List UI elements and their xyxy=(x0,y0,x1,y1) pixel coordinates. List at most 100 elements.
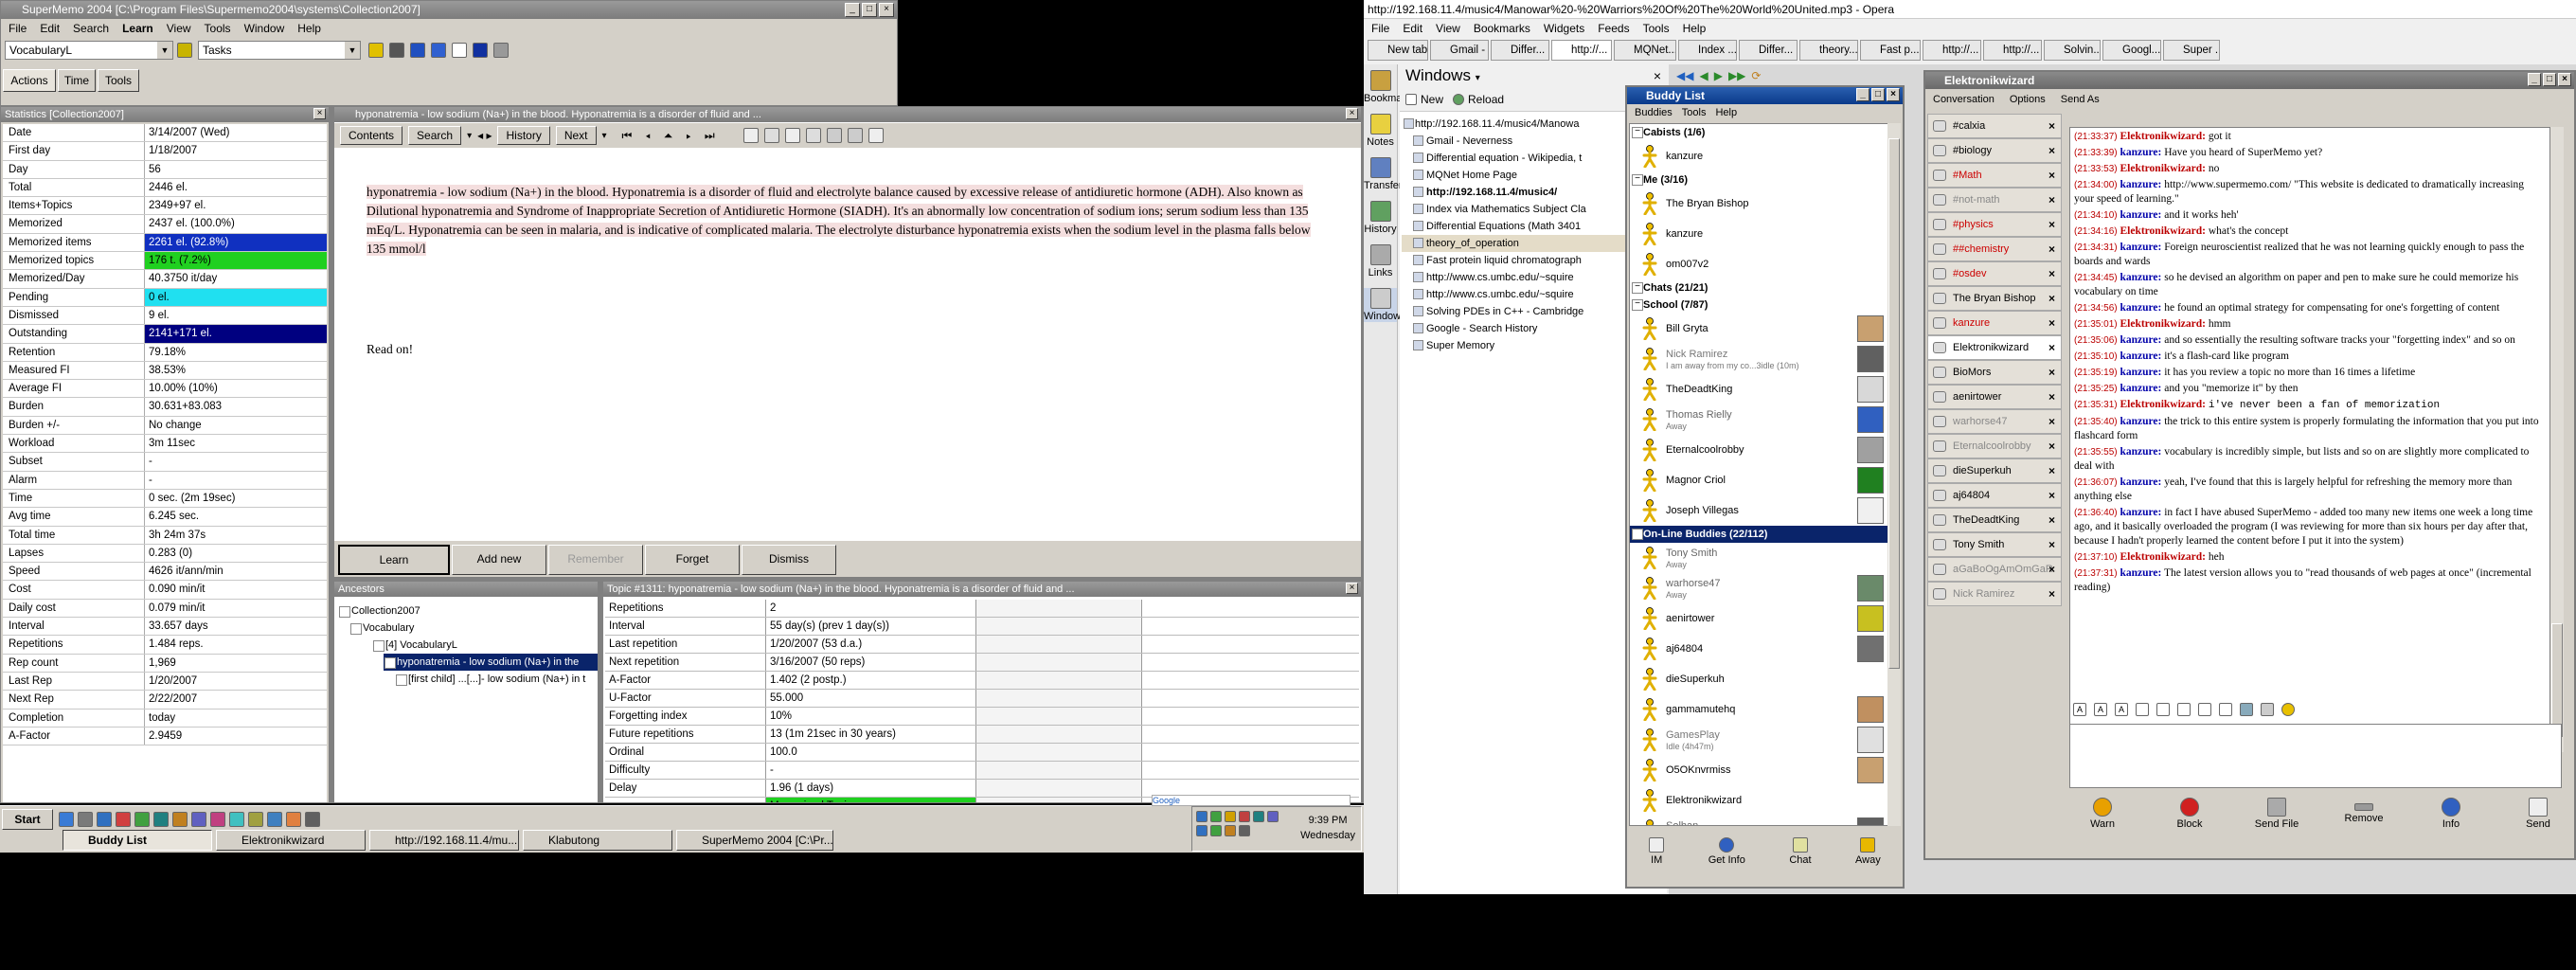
tray-icon[interactable] xyxy=(1210,825,1222,836)
app-icon[interactable] xyxy=(153,812,169,827)
close-icon[interactable]: × xyxy=(2048,144,2055,157)
buddy-item[interactable]: Nick Ramirez I am away from my co...3idle… xyxy=(1630,344,1887,374)
close-button[interactable]: × xyxy=(1887,88,1900,101)
history-button[interactable]: History xyxy=(497,126,550,145)
chat-tab[interactable]: aj64804 × xyxy=(1927,483,2062,508)
buddy-group[interactable]: Cabists (1/6) xyxy=(1630,124,1887,141)
smiley-icon[interactable] xyxy=(2281,703,2295,716)
tools-icon[interactable] xyxy=(826,128,842,143)
tray-icon[interactable] xyxy=(1267,811,1279,822)
tree-item[interactable]: [first child] ...[...]- low sodium (Na+)… xyxy=(395,671,598,688)
browser-tab[interactable]: http://... xyxy=(1923,40,1981,61)
chat-tab[interactable]: #biology × xyxy=(1927,138,2062,163)
browser-tab[interactable]: Super ... xyxy=(2163,40,2220,61)
chat-tab[interactable]: Eternalcoolrobby × xyxy=(1927,434,2062,458)
browser-tab[interactable]: Googl... xyxy=(2102,40,2161,61)
bookmarks-panel-button[interactable]: Bookmarks xyxy=(1364,70,1416,104)
buddy-group[interactable]: Chats (21/21) xyxy=(1630,279,1887,296)
contents-button[interactable]: Contents xyxy=(340,126,403,145)
binoculars-icon[interactable] xyxy=(389,43,404,58)
buddy-item[interactable]: Tony Smith Away xyxy=(1630,543,1887,573)
buddy-item[interactable]: kanzure xyxy=(1630,141,1887,171)
chat-tab[interactable]: ##chemistry × xyxy=(1927,237,2062,261)
search-button[interactable]: Search xyxy=(408,126,462,145)
back-icon[interactable]: ◀◀ xyxy=(1676,69,1693,82)
app-icon[interactable] xyxy=(172,812,188,827)
folder-icon[interactable] xyxy=(368,43,384,58)
buddy-item[interactable]: om007v2 xyxy=(1630,249,1887,279)
buddy-item[interactable]: SolhanAway xyxy=(1630,816,1887,825)
warn-button[interactable]: Warn xyxy=(2069,798,2136,845)
tray-icon[interactable] xyxy=(1239,825,1250,836)
close-icon[interactable]: × xyxy=(2048,563,2055,576)
close-icon[interactable]: × xyxy=(2048,292,2055,305)
menu-widgets[interactable]: Widgets xyxy=(1544,19,1584,38)
app-icon[interactable] xyxy=(229,812,244,827)
history-panel-button[interactable]: History xyxy=(1364,201,1397,235)
chat-tab[interactable]: Nick Ramirez × xyxy=(1927,582,2062,606)
close-icon[interactable]: × xyxy=(2048,464,2055,477)
filter-icon[interactable] xyxy=(763,128,779,143)
taskbar-button-elektronikwizard[interactable]: Elektronikwizard xyxy=(216,830,366,851)
app-icon[interactable] xyxy=(78,812,93,827)
calendar-icon[interactable] xyxy=(473,43,488,58)
chat-tab[interactable]: BioMors × xyxy=(1927,360,2062,385)
menu-send-as[interactable]: Send As xyxy=(2061,91,2100,108)
transfers-panel-button[interactable]: Transfers xyxy=(1364,157,1407,191)
window-icon[interactable] xyxy=(410,43,425,58)
back-arrow-icon[interactable]: ◂ ▸ xyxy=(477,129,492,142)
close-icon[interactable]: × xyxy=(2048,193,2055,207)
app-icon[interactable] xyxy=(59,812,74,827)
buddy-scrollbar[interactable] xyxy=(1887,123,1901,826)
app-icon[interactable] xyxy=(248,812,263,827)
edit-icon[interactable] xyxy=(784,128,800,143)
close-button[interactable]: × xyxy=(879,3,894,17)
links-panel-button[interactable]: Links xyxy=(1364,244,1397,278)
letter-l-icon[interactable] xyxy=(452,43,467,58)
buddy-group[interactable]: School (7/87) xyxy=(1630,296,1887,314)
maximize-button[interactable]: □ xyxy=(1871,88,1885,101)
buddy-item[interactable]: dieSuperkuh xyxy=(1630,664,1887,694)
menu-bookmarks[interactable]: Bookmarks xyxy=(1474,19,1530,38)
send-button[interactable]: Send xyxy=(2505,798,2571,845)
browser-tab[interactable]: Differ... xyxy=(1491,40,1549,61)
font-shrink-icon[interactable] xyxy=(2156,703,2170,716)
forward-arrow-icon[interactable]: ▶ xyxy=(1714,69,1723,82)
close-icon[interactable]: × xyxy=(2048,538,2055,551)
minimize-button[interactable]: _ xyxy=(2528,73,2541,86)
tray-icon[interactable] xyxy=(1225,825,1236,836)
split-icon[interactable] xyxy=(868,128,884,143)
menu-help[interactable]: Help xyxy=(1715,104,1737,121)
menu-options[interactable]: Options xyxy=(2010,91,2046,108)
app-icon[interactable] xyxy=(97,812,112,827)
buddy-item[interactable]: The Bryan Bishop xyxy=(1630,189,1887,219)
info-button[interactable]: Info xyxy=(2418,798,2484,845)
tree-item[interactable]: Vocabulary xyxy=(349,620,598,637)
browser-tab[interactable]: Differ... xyxy=(1739,40,1798,61)
menu-tools[interactable]: Tools xyxy=(1643,19,1670,38)
maximize-button[interactable]: □ xyxy=(2543,73,2556,86)
message-input[interactable] xyxy=(2069,724,2562,788)
tray-icon[interactable] xyxy=(1239,811,1250,822)
close-icon[interactable]: × xyxy=(2048,390,2055,404)
tray-icon[interactable] xyxy=(1210,811,1222,822)
copy-icon[interactable] xyxy=(742,128,759,143)
close-button[interactable]: × xyxy=(2558,73,2571,86)
buddy-item[interactable]: Elektronikwizard xyxy=(1630,785,1887,816)
buddy-item[interactable]: kanzure xyxy=(1630,219,1887,249)
app-icon[interactable] xyxy=(134,812,150,827)
buddy-item[interactable]: aj64804 xyxy=(1630,634,1887,664)
taskbar-button-buddy-list[interactable]: Buddy List xyxy=(63,830,212,851)
learn-button[interactable]: Learn xyxy=(338,545,450,575)
browser-tab[interactable]: MQNet... xyxy=(1614,40,1676,61)
chat-tab[interactable]: #not-math × xyxy=(1927,188,2062,212)
minimize-button[interactable]: _ xyxy=(1856,88,1869,101)
close-icon[interactable]: × xyxy=(2048,587,2055,601)
buddy-item[interactable]: O5OKnvrmiss xyxy=(1630,755,1887,785)
im-button[interactable]: IM xyxy=(1649,837,1665,866)
buddy-item[interactable]: Eternalcoolrobby xyxy=(1630,435,1887,465)
app-icon[interactable] xyxy=(116,812,131,827)
close-icon[interactable]: × xyxy=(2048,440,2055,453)
menu-help[interactable]: Help xyxy=(297,19,321,38)
dismiss-button[interactable]: Dismiss xyxy=(742,545,836,575)
